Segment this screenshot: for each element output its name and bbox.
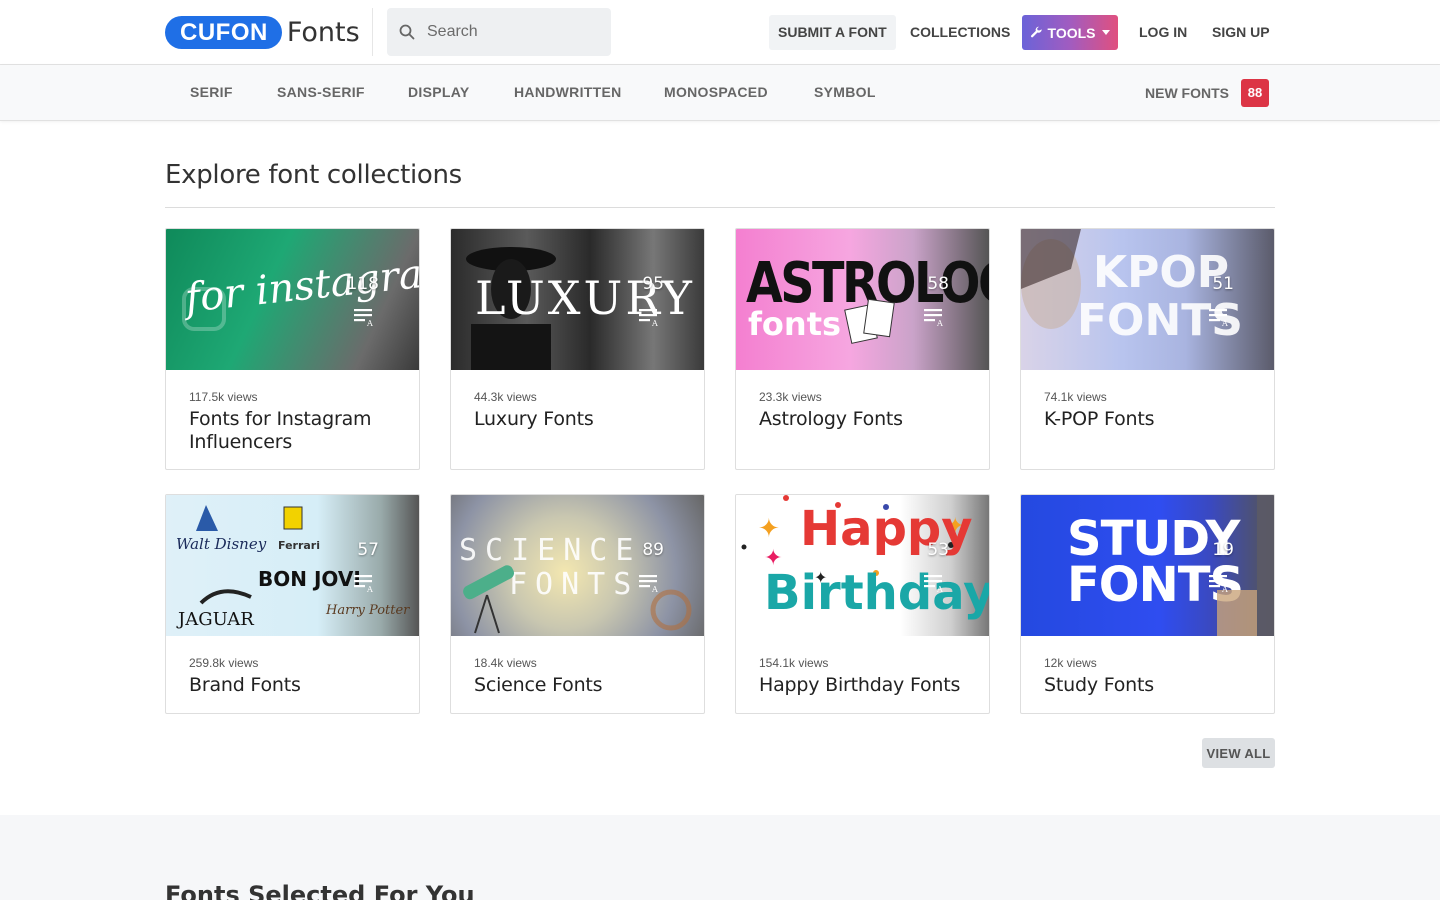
thumbnail-brand-harry-potter: Harry Potter — [326, 603, 410, 618]
chevron-down-icon — [1102, 30, 1111, 35]
svg-text:A: A — [1221, 319, 1228, 327]
new-fonts-link[interactable]: NEW FONTS 88 — [1145, 65, 1269, 120]
collection-thumbnail: ✦ ✦ ✦ ✦ Happy Birthday! 53 A — [736, 495, 989, 636]
collection-card-science[interactable]: SCIENCE FONTS 89 A 18.4k views Science F… — [450, 494, 705, 714]
card-views: 23.3k views — [759, 390, 822, 404]
collection-thumbnail: STUDY FONTS 19 A — [1021, 495, 1274, 636]
font-count: 57 — [357, 540, 379, 560]
submit-font-button[interactable]: SUBMIT A FONT — [769, 15, 896, 50]
font-count: 51 — [1212, 274, 1234, 294]
thumbnail-text: BON JOVI — [258, 567, 361, 591]
section-title: Explore font collections — [165, 160, 462, 190]
collection-card-luxury[interactable]: LUXURY 95 A 44.3k views Luxury Fonts — [450, 228, 705, 470]
card-title[interactable]: K-POP Fonts — [1044, 408, 1251, 431]
font-list-icon: A — [924, 309, 943, 327]
collection-thumbnail: KPOP FONTS 51 A — [1021, 229, 1274, 370]
category-bar: SERIF SANS-SERIF DISPLAY HANDWRITTEN MON… — [0, 65, 1440, 121]
font-count: 53 — [927, 540, 949, 560]
category-symbol[interactable]: SYMBOL — [814, 65, 876, 120]
site-header: CUFON Fonts SUBMIT A FONT COLLECTIONS TO… — [0, 0, 1440, 65]
card-title[interactable]: Happy Birthday Fonts — [759, 674, 966, 697]
logo-badge: CUFON — [165, 15, 282, 49]
card-views: 74.1k views — [1044, 390, 1107, 404]
search-input[interactable] — [427, 23, 597, 41]
card-title[interactable]: Luxury Fonts — [474, 408, 681, 431]
new-fonts-label: NEW FONTS — [1145, 84, 1229, 101]
collection-thumbnail: SCIENCE FONTS 89 A — [451, 495, 704, 636]
collection-thumbnail: for instagram influencers 118 A — [166, 229, 419, 370]
card-views: 12k views — [1044, 656, 1097, 670]
login-link[interactable]: LOG IN — [1139, 15, 1187, 50]
font-count: 58 — [927, 274, 949, 294]
svg-text:✦: ✦ — [758, 513, 780, 543]
card-views: 44.3k views — [474, 390, 537, 404]
collection-thumbnail: LUXURY 95 A — [451, 229, 704, 370]
category-serif[interactable]: SERIF — [190, 65, 233, 120]
svg-text:A: A — [366, 585, 373, 593]
svg-text:A: A — [366, 319, 373, 327]
site-logo[interactable]: CUFON Fonts — [165, 15, 360, 49]
fonts-selected-section: Fonts Selected For You — [0, 815, 1440, 900]
card-views: 259.8k views — [189, 656, 259, 670]
collection-thumbnail: Walt Disney Ferrari BON JOVI JAGUAR Harr… — [166, 495, 419, 636]
card-title[interactable]: Science Fonts — [474, 674, 681, 697]
logo-text: Fonts — [286, 16, 360, 48]
svg-text:A: A — [651, 585, 658, 593]
card-title[interactable]: Astrology Fonts — [759, 408, 966, 431]
font-count: 89 — [642, 540, 664, 560]
nav-collections[interactable]: COLLECTIONS — [910, 15, 1010, 50]
view-all-button[interactable]: VIEW ALL — [1202, 738, 1275, 768]
collection-card-kpop[interactable]: KPOP FONTS 51 A 74.1k views K-POP Fonts — [1020, 228, 1275, 470]
font-list-icon: A — [354, 309, 373, 327]
collection-thumbnail: ASTROLOGY fonts 58 A — [736, 229, 989, 370]
font-count: 95 — [642, 274, 664, 294]
card-title[interactable]: Brand Fonts — [189, 674, 396, 697]
font-count: 118 — [346, 274, 379, 294]
thumbnail-subtext: Birthday! — [764, 565, 989, 621]
svg-text:A: A — [1221, 585, 1228, 593]
study-desk-art — [1217, 495, 1274, 636]
collection-card-instagram[interactable]: for instagram influencers 118 A 117.5k v… — [165, 228, 420, 470]
card-views: 117.5k views — [189, 390, 258, 404]
collection-card-happy-birthday[interactable]: ✦ ✦ ✦ ✦ Happy Birthday! 53 A 154.1k view… — [735, 494, 990, 714]
tools-label: TOOLS — [1047, 24, 1096, 41]
telescope-art — [463, 565, 692, 634]
collection-card-brand[interactable]: Walt Disney Ferrari BON JOVI JAGUAR Harr… — [165, 494, 420, 714]
font-list-icon: A — [1209, 309, 1228, 327]
card-views: 18.4k views — [474, 656, 537, 670]
font-count: 19 — [1212, 540, 1234, 560]
category-sans-serif[interactable]: SANS-SERIF — [277, 65, 365, 120]
thumbnail-text: KPOP — [1093, 247, 1229, 298]
font-list-icon: A — [639, 575, 658, 593]
font-list-icon: A — [924, 575, 943, 593]
card-views: 154.1k views — [759, 656, 829, 670]
section-divider — [165, 207, 1275, 208]
card-title[interactable]: Fonts for Instagram Influencers — [189, 408, 396, 454]
card-title[interactable]: Study Fonts — [1044, 674, 1251, 697]
wrench-icon — [1030, 26, 1042, 38]
thumbnail-brand-ferrari: Ferrari — [278, 539, 320, 552]
category-monospaced[interactable]: MONOSPACED — [664, 65, 768, 120]
signup-link[interactable]: SIGN UP — [1212, 15, 1270, 50]
font-list-icon: A — [639, 309, 658, 327]
new-fonts-count-badge: 88 — [1241, 78, 1269, 107]
header-divider — [372, 8, 373, 56]
svg-text:A: A — [651, 319, 658, 327]
search-icon — [387, 24, 427, 40]
collection-card-study[interactable]: STUDY FONTS 19 A 12k views Study Fonts — [1020, 494, 1275, 714]
tarot-cards-art — [844, 298, 895, 344]
font-list-icon: A — [1209, 575, 1228, 593]
collection-card-astrology[interactable]: ASTROLOGY fonts 58 A 23.3k views Astrolo… — [735, 228, 990, 470]
section2-title: Fonts Selected For You — [165, 881, 475, 900]
thumbnail-subtext: JAGUAR — [178, 609, 254, 630]
svg-text:A: A — [936, 585, 943, 593]
svg-text:A: A — [936, 319, 943, 327]
category-display[interactable]: DISPLAY — [408, 65, 470, 120]
font-list-icon: A — [354, 575, 373, 593]
tools-dropdown-button[interactable]: TOOLS — [1022, 15, 1118, 50]
category-handwritten[interactable]: HANDWRITTEN — [514, 65, 622, 120]
search-box[interactable] — [387, 8, 611, 56]
